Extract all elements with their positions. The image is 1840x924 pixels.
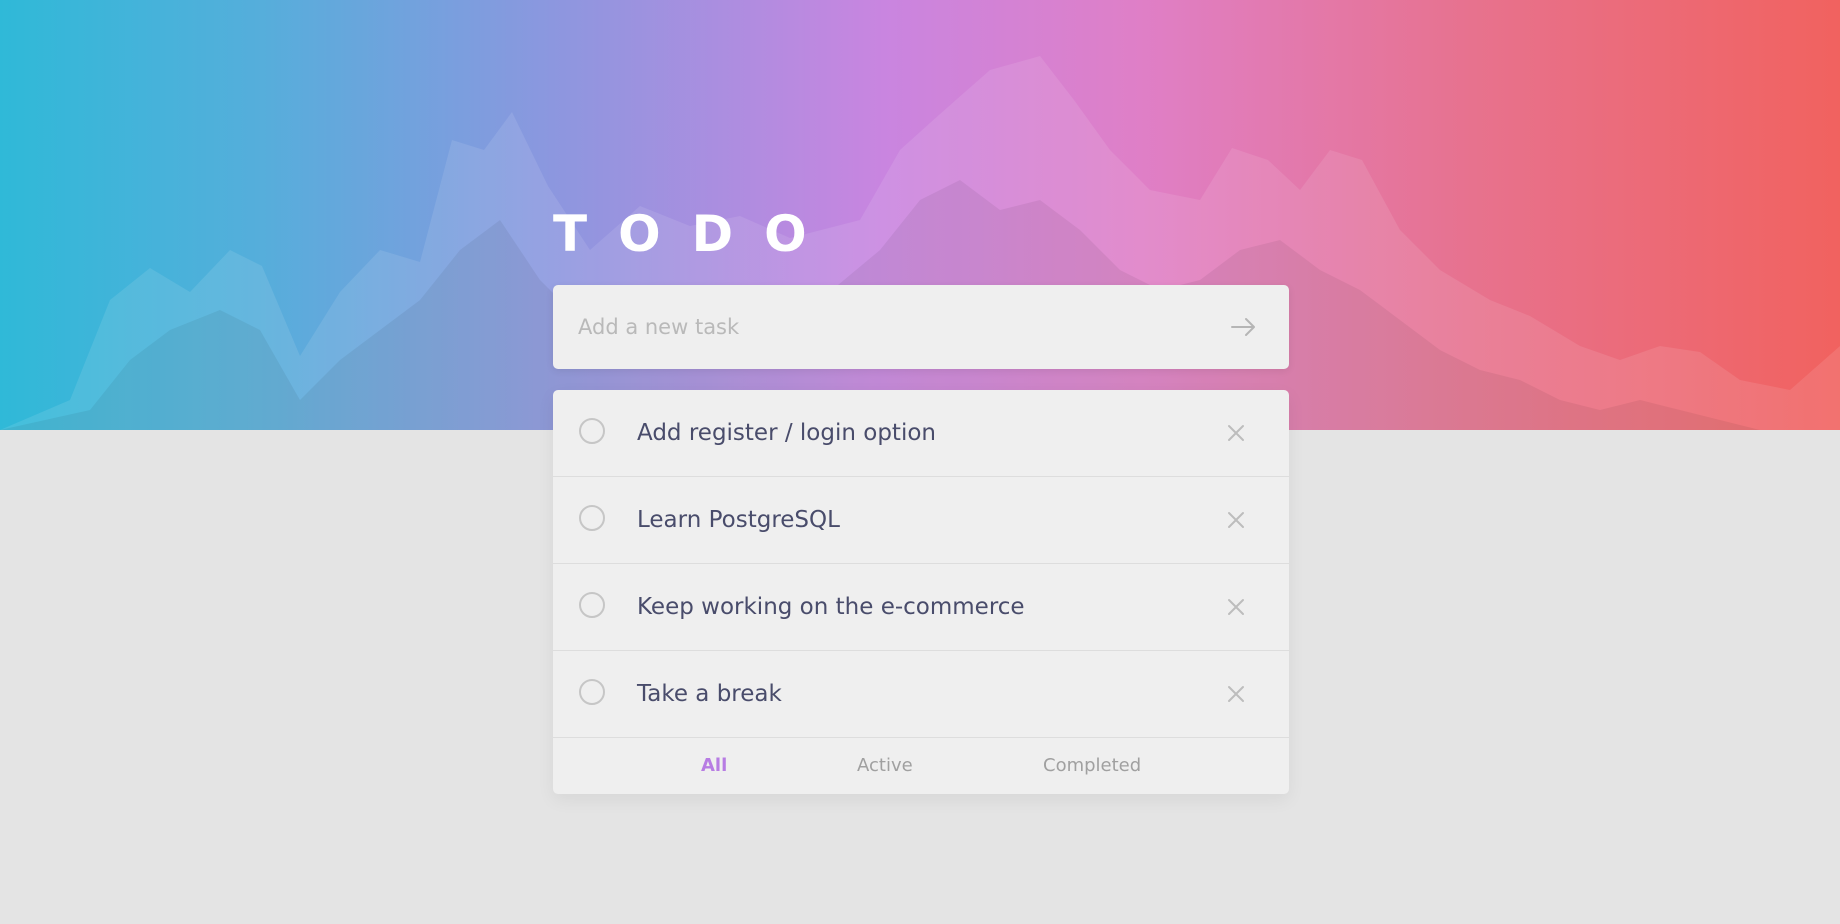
todo-text: Learn PostgreSQL [637,507,840,533]
circle-checkbox-icon[interactable] [579,679,605,705]
close-icon[interactable] [1225,683,1247,705]
todo-text: Add register / login option [637,420,936,446]
close-icon[interactable] [1225,509,1247,531]
circle-checkbox-icon[interactable] [579,505,605,531]
todo-list: Add register / login option Learn Postgr… [553,390,1289,794]
todo-text: Take a break [637,681,782,707]
list-item: Take a break [553,651,1289,738]
todo-text: Keep working on the e-commerce [637,594,1025,620]
list-item: Add register / login option [553,390,1289,477]
app-title: TODO [553,205,838,263]
filter-bar: All Active Completed [553,738,1289,794]
close-icon[interactable] [1225,422,1247,444]
close-icon[interactable] [1225,596,1247,618]
circle-checkbox-icon[interactable] [579,418,605,444]
new-task-input[interactable] [553,285,1173,369]
arrow-right-icon[interactable] [1229,313,1259,341]
filter-all[interactable]: All [701,738,727,794]
circle-checkbox-icon[interactable] [579,592,605,618]
list-item: Keep working on the e-commerce [553,564,1289,651]
filter-completed[interactable]: Completed [1043,738,1141,794]
filter-active[interactable]: Active [857,738,913,794]
new-task-form [553,285,1289,369]
list-item: Learn PostgreSQL [553,477,1289,564]
